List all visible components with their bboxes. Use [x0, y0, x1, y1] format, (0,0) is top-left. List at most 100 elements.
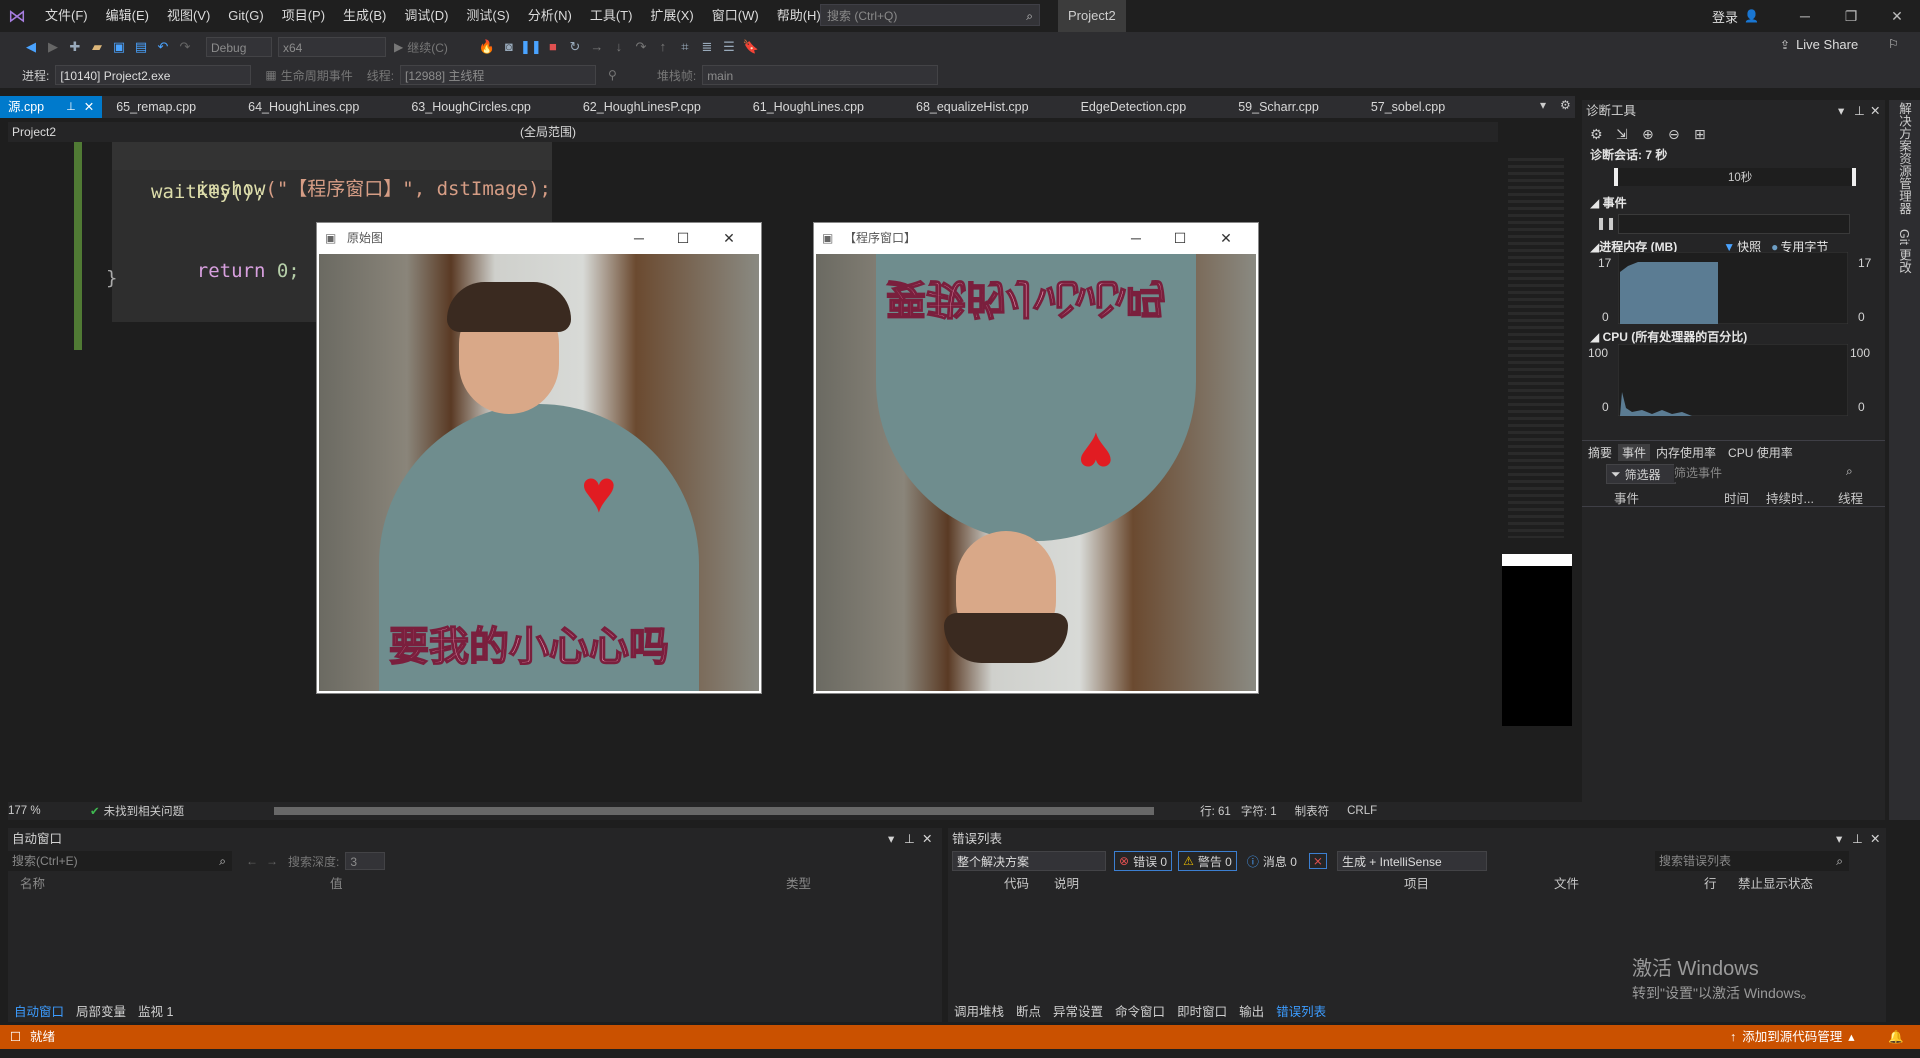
pin-icon[interactable]: ⊥: [1854, 100, 1865, 122]
col-project[interactable]: 项目: [1404, 873, 1554, 892]
tab-cpu-usage[interactable]: CPU 使用率: [1722, 444, 1799, 461]
tab-breakpoints[interactable]: 断点: [1010, 1001, 1047, 1020]
warnings-filter-button[interactable]: ⚠ 警告 0: [1178, 851, 1237, 871]
build-source-select[interactable]: 生成 + IntelliSense: [1336, 851, 1487, 871]
git-changes-tab[interactable]: Git 更改: [1895, 229, 1914, 273]
menu-build[interactable]: 生成(B): [334, 0, 395, 32]
menu-git[interactable]: Git(G): [219, 0, 272, 32]
events-section[interactable]: ◢ 事件: [1590, 194, 1627, 211]
restore-button[interactable]: ❐: [1828, 0, 1874, 32]
global-search-input[interactable]: 搜索 (Ctrl+Q) ⌕: [820, 4, 1040, 26]
col-file[interactable]: 文件: [1554, 873, 1704, 892]
tab-output[interactable]: 输出: [1233, 1001, 1270, 1020]
settings-icon[interactable]: ⚙: [1590, 126, 1616, 143]
format-icon[interactable]: ≣: [696, 36, 718, 58]
tab-source[interactable]: 源.cpp ⊥ ✕: [0, 96, 103, 118]
horizontal-scrollbar[interactable]: [274, 807, 1155, 815]
menu-analyze[interactable]: 分析(N): [519, 0, 581, 32]
cpu-section[interactable]: ◢ CPU (所有处理器的百分比): [1590, 328, 1747, 345]
tab-edgedetection[interactable]: EdgeDetection.cpp: [1081, 96, 1239, 118]
hot-reload-icon[interactable]: 🔥: [476, 36, 498, 58]
open-file-icon[interactable]: ▰: [86, 36, 108, 58]
depth-select[interactable]: 3: [345, 852, 386, 870]
col-name[interactable]: 名称: [20, 873, 330, 892]
menu-tools[interactable]: 工具(T): [581, 0, 642, 32]
notifications-icon[interactable]: 🔔: [1888, 1025, 1904, 1049]
live-share-button[interactable]: ⇪ Live Share: [1780, 37, 1858, 52]
scrollbar-thumb[interactable]: [274, 807, 1155, 815]
code-map[interactable]: [1500, 142, 1574, 727]
platform-select[interactable]: x64: [278, 37, 386, 57]
bookmark-icon[interactable]: 🔖: [740, 36, 762, 58]
col-suppression[interactable]: 禁止显示状态: [1738, 873, 1813, 892]
col-line[interactable]: 行: [1704, 873, 1738, 892]
errors-filter-button[interactable]: ⊗ 错误 0: [1114, 851, 1173, 871]
settings-icon[interactable]: ⚙: [1560, 98, 1571, 112]
step-out-icon[interactable]: ↑: [652, 36, 674, 58]
dropdown-icon[interactable]: ▾: [888, 828, 894, 850]
menu-test[interactable]: 测试(S): [457, 0, 518, 32]
tab-error-list[interactable]: 错误列表: [1270, 1001, 1332, 1020]
save-all-icon[interactable]: ▤: [130, 36, 152, 58]
process-select[interactable]: [10140] Project2.exe: [55, 65, 252, 85]
pause-track-icon[interactable]: ❚❚: [1596, 216, 1616, 230]
maximize-button[interactable]: ☐: [661, 223, 705, 253]
zoom-select[interactable]: 177 %: [8, 805, 68, 817]
dropdown-icon[interactable]: ▾: [1838, 100, 1844, 122]
step-over-icon[interactable]: ↷: [630, 36, 652, 58]
tab-sobel[interactable]: 57_sobel.cpp: [1371, 96, 1465, 118]
export-icon[interactable]: ⇲: [1616, 126, 1642, 143]
pin-icon[interactable]: ⊥: [904, 828, 915, 850]
configuration-select[interactable]: Debug: [206, 37, 272, 57]
messages-filter-button[interactable]: ⓘ 消息 0: [1243, 852, 1301, 870]
tab-scharr[interactable]: 59_Scharr.cpp: [1238, 96, 1371, 118]
tab-immediate-window[interactable]: 即时窗口: [1171, 1001, 1233, 1020]
new-project-icon[interactable]: ✚: [64, 36, 86, 58]
autos-search-input[interactable]: 搜索(Ctrl+E) ⌕: [8, 851, 232, 871]
tab-houghlinesp[interactable]: 62_HoughLinesP.cpp: [583, 96, 753, 118]
tab-summary[interactable]: 摘要: [1582, 444, 1618, 461]
tab-houghlines-64[interactable]: 64_HoughLines.cpp: [248, 96, 411, 118]
tab-remap[interactable]: 65_remap.cpp: [116, 96, 248, 118]
tab-locals[interactable]: 局部变量: [70, 1001, 132, 1020]
continue-button[interactable]: ▶ 继续(C): [394, 39, 448, 56]
scope-dropdown[interactable]: (全局范围): [516, 122, 1010, 142]
close-icon[interactable]: ✕: [922, 828, 932, 850]
menu-window[interactable]: 窗口(W): [703, 0, 768, 32]
zoom-in-icon[interactable]: ⊕: [1642, 126, 1668, 143]
menu-extensions[interactable]: 扩展(X): [641, 0, 702, 32]
zoom-out-icon[interactable]: ⊖: [1668, 126, 1694, 143]
pin-icon[interactable]: ⊥: [66, 96, 76, 118]
minimize-button[interactable]: ─: [617, 223, 661, 253]
col-event[interactable]: 事件: [1614, 488, 1724, 507]
undo-icon[interactable]: ↶: [152, 36, 174, 58]
screenshot-icon[interactable]: ◙: [498, 36, 520, 58]
dropdown-icon[interactable]: ▾: [1836, 828, 1842, 850]
eol-indicator[interactable]: CRLF: [1347, 805, 1377, 817]
col-value[interactable]: 值: [330, 873, 786, 892]
clear-filter-icon[interactable]: ⨯: [1308, 853, 1327, 869]
forward-icon[interactable]: →: [266, 854, 278, 868]
tab-autos[interactable]: 自动窗口: [8, 1001, 70, 1020]
menu-file[interactable]: 文件(F): [36, 0, 97, 32]
menu-project[interactable]: 项目(P): [273, 0, 334, 32]
col-type[interactable]: 类型: [786, 873, 811, 892]
error-search-input[interactable]: 搜索错误列表 ⌕: [1654, 851, 1849, 871]
pin-icon[interactable]: ⊥: [1852, 828, 1863, 850]
close-button[interactable]: ✕: [707, 223, 751, 253]
tab-command-window[interactable]: 命令窗口: [1109, 1001, 1171, 1020]
solution-explorer-tab[interactable]: 解决方案资源管理器: [1895, 100, 1914, 215]
close-button[interactable]: ✕: [1204, 223, 1248, 253]
tab-memory-usage[interactable]: 内存使用率: [1650, 444, 1722, 461]
comment-icon[interactable]: ☰: [718, 36, 740, 58]
menu-debug[interactable]: 调试(D): [395, 0, 457, 32]
col-code[interactable]: 代码: [1004, 873, 1054, 892]
step-into-icon[interactable]: ↓: [608, 36, 630, 58]
tab-call-stack[interactable]: 调用堆栈: [948, 1001, 1010, 1020]
maximize-button[interactable]: ☐: [1158, 223, 1202, 253]
close-tab-icon[interactable]: ✕: [84, 96, 94, 118]
diagnostics-icon[interactable]: ⌗: [674, 36, 696, 58]
stop-icon[interactable]: ■: [542, 36, 564, 58]
tab-watch1[interactable]: 监视 1: [132, 1001, 179, 1020]
login-button[interactable]: 登录 👤: [1712, 0, 1759, 32]
